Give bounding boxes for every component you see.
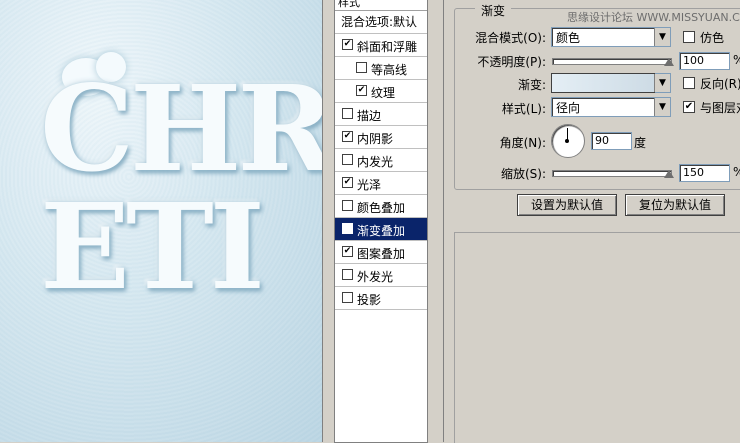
- style-item-label: 斜面和浮雕: [357, 40, 418, 54]
- style-checkbox[interactable]: [342, 269, 353, 280]
- gradient-preset-dropdown[interactable]: ▼: [654, 73, 671, 93]
- scale-label: 缩放(S):: [500, 167, 546, 181]
- snow-text: CHR ETI: [40, 70, 322, 306]
- style-item-label: 渐变叠加: [357, 224, 406, 238]
- angle-input[interactable]: 90: [591, 132, 632, 150]
- style-item[interactable]: 等高线: [335, 57, 427, 80]
- style-value: 径向: [556, 101, 581, 115]
- chevron-down-icon[interactable]: ▼: [654, 98, 670, 116]
- style-item-label: 投影: [357, 293, 382, 307]
- style-checkbox[interactable]: ✔: [342, 177, 353, 188]
- canvas-preview: CHR ETI: [0, 0, 322, 442]
- style-item-label: 内阴影: [357, 132, 394, 146]
- scale-unit: %: [733, 165, 740, 179]
- gradient-label: 渐变:: [517, 78, 546, 92]
- style-checkbox[interactable]: ✔: [342, 39, 353, 50]
- style-item-label: 内发光: [357, 155, 394, 169]
- align-layer-label: 与图层对齐: [700, 101, 740, 115]
- style-item-label: 描边: [357, 109, 382, 123]
- style-item-label: 等高线: [371, 63, 408, 77]
- lower-group-box: [454, 232, 740, 443]
- style-item[interactable]: 描边: [335, 103, 427, 126]
- styles-list-panel: 样式 混合选项:默认 ✔ 斜面和浮雕等高线 ✔ 纹理描边 ✔ 内阴影内发光 ✔ 光泽颜色叠加 ✔…: [334, 0, 428, 443]
- chevron-down-icon[interactable]: ▼: [654, 74, 670, 92]
- style-item[interactable]: ✔ 斜面和浮雕: [335, 34, 427, 57]
- style-checkbox[interactable]: [342, 200, 353, 211]
- angle-dial[interactable]: [551, 124, 585, 158]
- style-item[interactable]: ✔ 内阴影: [335, 126, 427, 149]
- style-checkbox[interactable]: ✔: [356, 85, 367, 96]
- angle-hub: [565, 139, 569, 143]
- style-item[interactable]: 颜色叠加: [335, 195, 427, 218]
- make-default-button[interactable]: 设置为默认值: [517, 194, 617, 216]
- gradient-swatch[interactable]: [551, 73, 657, 93]
- style-checkbox[interactable]: [342, 108, 353, 119]
- style-item[interactable]: ✔ 纹理: [335, 80, 427, 103]
- style-select[interactable]: 径向 ▼: [551, 97, 671, 117]
- angle-label: 角度(N):: [499, 136, 546, 150]
- opacity-label: 不透明度(P):: [477, 55, 546, 69]
- blend-options-item[interactable]: 混合选项:默认: [335, 11, 427, 34]
- opacity-input[interactable]: 100: [679, 52, 730, 70]
- opacity-slider[interactable]: [552, 58, 672, 65]
- scale-slider[interactable]: [552, 170, 672, 177]
- blend-mode-select[interactable]: 颜色 ▼: [551, 27, 671, 47]
- style-checkbox[interactable]: ✔: [342, 246, 353, 257]
- style-label: 样式(L):: [501, 102, 546, 116]
- style-checkbox[interactable]: [342, 292, 353, 303]
- snow-text-row-1: CHR: [40, 59, 322, 198]
- reverse-checkbox[interactable]: [683, 77, 695, 89]
- style-item[interactable]: ✔ 图案叠加: [335, 241, 427, 264]
- style-item[interactable]: 投影: [335, 287, 427, 310]
- style-item-label: 纹理: [371, 86, 396, 100]
- style-item-label: 颜色叠加: [357, 201, 406, 215]
- style-item-label: 图案叠加: [357, 247, 406, 261]
- scale-slider-thumb[interactable]: [664, 170, 674, 178]
- blend-mode-label: 混合模式(O):: [475, 31, 546, 45]
- reset-default-button[interactable]: 复位为默认值: [625, 194, 725, 216]
- gradient-overlay-settings: 思缘设计论坛 WWW.MISSYUAN.COM 渐变 混合模式(O): 颜色 ▼…: [443, 0, 740, 443]
- style-item[interactable]: ✔ 渐变叠加: [335, 218, 427, 241]
- opacity-slider-thumb[interactable]: [664, 58, 674, 66]
- style-checkbox[interactable]: [342, 154, 353, 165]
- dither-label: 仿色: [700, 31, 725, 45]
- styles-header: 样式: [335, 0, 427, 11]
- snow-text-row-2: ETI: [40, 177, 265, 316]
- panel-divider: [322, 0, 329, 442]
- style-item[interactable]: 外发光: [335, 264, 427, 287]
- style-checkbox[interactable]: [356, 62, 367, 73]
- blend-mode-value: 颜色: [556, 31, 581, 45]
- angle-unit: 度: [634, 136, 647, 150]
- scale-input[interactable]: 150: [679, 164, 730, 182]
- style-item[interactable]: 内发光: [335, 149, 427, 172]
- reverse-label: 反向(R): [700, 77, 740, 91]
- align-layer-checkbox[interactable]: ✔: [683, 101, 695, 113]
- style-item[interactable]: ✔ 光泽: [335, 172, 427, 195]
- dither-checkbox[interactable]: [683, 31, 695, 43]
- style-checkbox[interactable]: ✔: [342, 131, 353, 142]
- group-title: 渐变: [475, 2, 512, 19]
- chevron-down-icon[interactable]: ▼: [654, 28, 670, 46]
- style-checkbox[interactable]: ✔: [342, 223, 353, 234]
- style-items: ✔ 斜面和浮雕等高线 ✔ 纹理描边 ✔ 内阴影内发光 ✔ 光泽颜色叠加 ✔ 渐变叠加 ✔ 图案叠加外发…: [335, 34, 427, 310]
- style-item-label: 外发光: [357, 270, 394, 284]
- opacity-unit: %: [733, 53, 740, 67]
- style-item-label: 光泽: [357, 178, 382, 192]
